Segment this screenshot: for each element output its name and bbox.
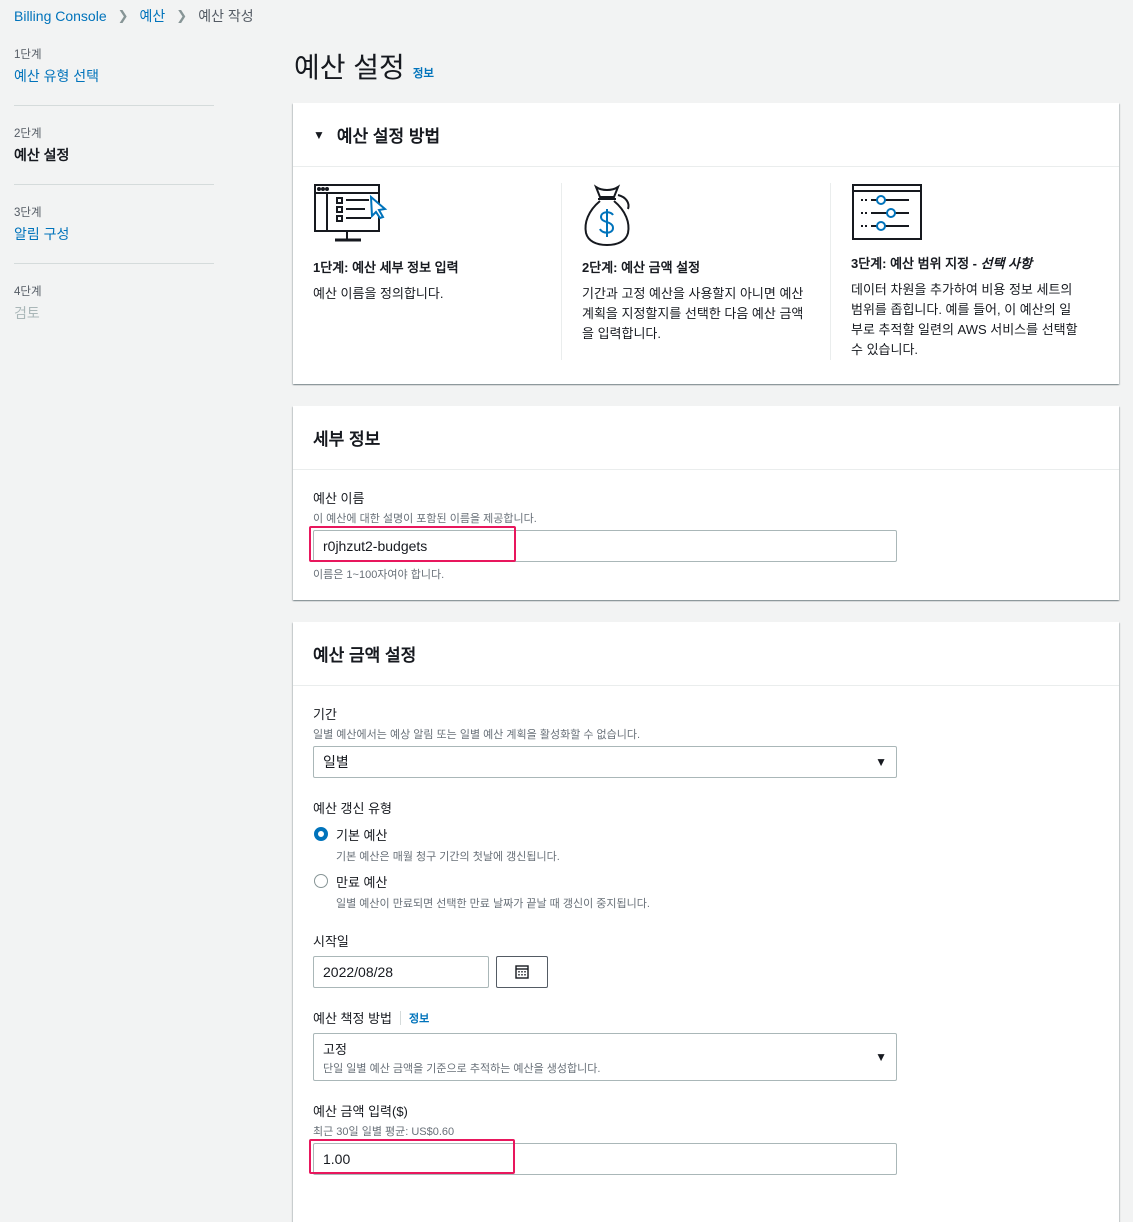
start-date-input[interactable]: 2022/08/28 xyxy=(313,956,489,988)
budget-name-field: 예산 이름 이 예산에 대한 설명이 포함된 이름을 제공합니다. r0jhzu… xyxy=(309,488,1099,582)
howto-header[interactable]: ▼ 예산 설정 방법 xyxy=(293,103,1119,167)
page-title: 예산 설정 정보 xyxy=(294,46,434,86)
breadcrumb-current: 예산 작성 xyxy=(198,8,254,24)
radio-desc: 일별 예산이 만료되면 선택한 만료 날짜가 끝날 때 갱신이 중지됩니다. xyxy=(336,898,650,910)
step-2-desc: 기간과 고정 예산을 사용할지 아니면 예산 계획을 지정할지를 선택한 다음 … xyxy=(582,286,804,341)
radio-expiring-budget[interactable]: 만료 예산 일별 예산이 만료되면 선택한 만료 날짜가 끝날 때 갱신이 중지… xyxy=(313,872,1099,911)
wizard-step-4: 4단계 검토 xyxy=(14,283,214,342)
period-value: 일별 xyxy=(323,754,349,770)
howto-step-1: 1단계: 예산 세부 정보 입력 예산 이름을 정의합니다. xyxy=(313,183,561,360)
budget-amount-desc: 최근 30일 일별 평균: US$0.60 xyxy=(313,1126,455,1138)
period-label: 기간 xyxy=(313,707,337,722)
budget-amount-panel: 예산 금액 설정 기간 일별 예산에서는 예상 알림 또는 일별 예산 계획을 … xyxy=(293,622,1119,1222)
wizard-step-2: 2단계 예산 설정 xyxy=(14,125,214,185)
chevron-right-icon: ❯ xyxy=(176,8,188,23)
calendar-icon xyxy=(515,965,529,979)
step-2-title: 2단계: 예산 금액 설정 xyxy=(582,260,701,275)
howto-step-2: 2단계: 예산 금액 설정 기간과 고정 예산을 사용할지 아니면 예산 계획을… xyxy=(561,183,830,360)
radio-desc: 기본 예산은 매월 청구 기간의 첫날에 갱신됩니다. xyxy=(336,851,560,863)
budget-amount-field: 예산 금액 입력($) 최근 30일 일별 평균: US$0.60 1.00 xyxy=(309,1101,1099,1175)
period-select[interactable]: 일별 ▼ xyxy=(313,746,897,778)
divider xyxy=(399,1010,401,1025)
details-header: 세부 정보 xyxy=(293,406,1119,470)
radio-selected-icon[interactable] xyxy=(314,827,328,841)
budget-name-label: 예산 이름 xyxy=(313,491,365,506)
step-current-set-budget: 예산 설정 xyxy=(14,147,70,163)
howto-panel: ▼ 예산 설정 방법 1단계: 예산 세부 정보 입력 예산 이름을 정의합니다… xyxy=(293,103,1119,384)
budgeting-method-field: 예산 책정 방법 정보 고정 단일 일별 예산 금액을 기준으로 추적하는 예산… xyxy=(313,1008,1099,1081)
radio-label: 만료 예산 xyxy=(336,875,388,890)
step-review-disabled: 검토 xyxy=(14,305,40,321)
calendar-button[interactable] xyxy=(496,956,548,988)
period-field: 기간 일별 예산에서는 예상 알림 또는 일별 예산 계획을 활성화할 수 없습… xyxy=(313,704,1099,778)
breadcrumb-billing-console[interactable]: Billing Console xyxy=(14,8,107,24)
budgeting-method-select[interactable]: 고정 단일 일별 예산 금액을 기준으로 추적하는 예산을 생성합니다. ▼ xyxy=(313,1033,897,1081)
budgeting-method-label: 예산 책정 방법 xyxy=(313,1011,392,1026)
highlight-box xyxy=(309,526,516,562)
info-link[interactable]: 정보 xyxy=(409,1010,429,1026)
step-1-desc: 예산 이름을 정의합니다. xyxy=(313,286,444,301)
info-link[interactable]: 정보 xyxy=(413,65,434,81)
period-desc: 일별 예산에서는 예상 알림 또는 일별 예산 계획을 활성화할 수 없습니다. xyxy=(313,729,641,741)
step-3-title-text: 3단계: 예산 범위 지정 - xyxy=(851,256,981,271)
budget-amount-label: 예산 금액 입력($) xyxy=(313,1104,408,1119)
wizard-step-1: 1단계 예산 유형 선택 xyxy=(14,46,214,106)
radio-recurring-budget[interactable]: 기본 예산 기본 예산은 매월 청구 기간의 첫날에 갱신됩니다. xyxy=(313,825,1099,864)
caret-down-icon: ▼ xyxy=(313,127,325,142)
renewal-type-field: 예산 갱신 유형 기본 예산 기본 예산은 매월 청구 기간의 첫날에 갱신됩니… xyxy=(313,798,1099,911)
start-date-label: 시작일 xyxy=(313,934,349,949)
page-heading: 예산 설정 xyxy=(294,52,405,83)
wizard-steps: 1단계 예산 유형 선택 2단계 예산 설정 3단계 알림 구성 4단계 검토 xyxy=(14,46,214,361)
caret-down-icon: ▼ xyxy=(875,755,887,769)
money-bag-icon xyxy=(584,184,630,247)
filter-sliders-icon xyxy=(852,184,922,240)
budget-amount-header: 예산 금액 설정 xyxy=(293,622,1119,686)
howto-title: 예산 설정 방법 xyxy=(336,127,441,146)
step-1-title: 1단계: 예산 세부 정보 입력 xyxy=(313,260,459,275)
budget-name-constraint: 이름은 1~100자여야 합니다. xyxy=(313,569,445,581)
step-3-title-optional: 선택 사항 xyxy=(980,256,1033,271)
method-value: 고정 xyxy=(323,1041,347,1057)
breadcrumb-budgets[interactable]: 예산 xyxy=(140,6,166,26)
highlight-box xyxy=(309,1139,515,1174)
chevron-right-icon: ❯ xyxy=(117,8,129,23)
step-3-desc: 데이터 차원을 추가하여 비용 정보 세트의 범위를 좁힙니다. 예를 들어, … xyxy=(851,282,1078,357)
method-desc: 단일 일별 예산 금액을 기준으로 추적하는 예산을 생성합니다. xyxy=(323,1062,601,1075)
renewal-type-label: 예산 갱신 유형 xyxy=(313,801,392,816)
step-link-choose-type[interactable]: 예산 유형 선택 xyxy=(14,68,99,84)
step-number: 4단계 xyxy=(14,286,42,298)
caret-down-icon: ▼ xyxy=(875,1050,887,1064)
budget-name-desc: 이 예산에 대한 설명이 포함된 이름을 제공합니다. xyxy=(313,513,537,525)
start-date-field: 시작일 2022/08/28 xyxy=(313,931,1099,988)
step-number: 3단계 xyxy=(14,207,42,219)
step-number: 1단계 xyxy=(14,49,42,61)
step-number: 2단계 xyxy=(14,128,42,140)
step-link-configure-alerts[interactable]: 알림 구성 xyxy=(14,226,69,242)
howto-step-3: 3단계: 예산 범위 지정 - 선택 사항 데이터 차원을 추가하여 비용 정보… xyxy=(830,183,1099,360)
breadcrumb: Billing Console ❯ 예산 ❯ 예산 작성 xyxy=(14,6,254,26)
wizard-step-3: 3단계 알림 구성 xyxy=(14,204,214,264)
step-3-title: 3단계: 예산 범위 지정 - 선택 사항 xyxy=(851,253,1081,272)
monitor-form-icon xyxy=(314,184,388,242)
radio-unselected-icon[interactable] xyxy=(314,874,328,888)
details-panel: 세부 정보 예산 이름 이 예산에 대한 설명이 포함된 이름을 제공합니다. … xyxy=(293,406,1119,600)
radio-label: 기본 예산 xyxy=(336,828,388,843)
